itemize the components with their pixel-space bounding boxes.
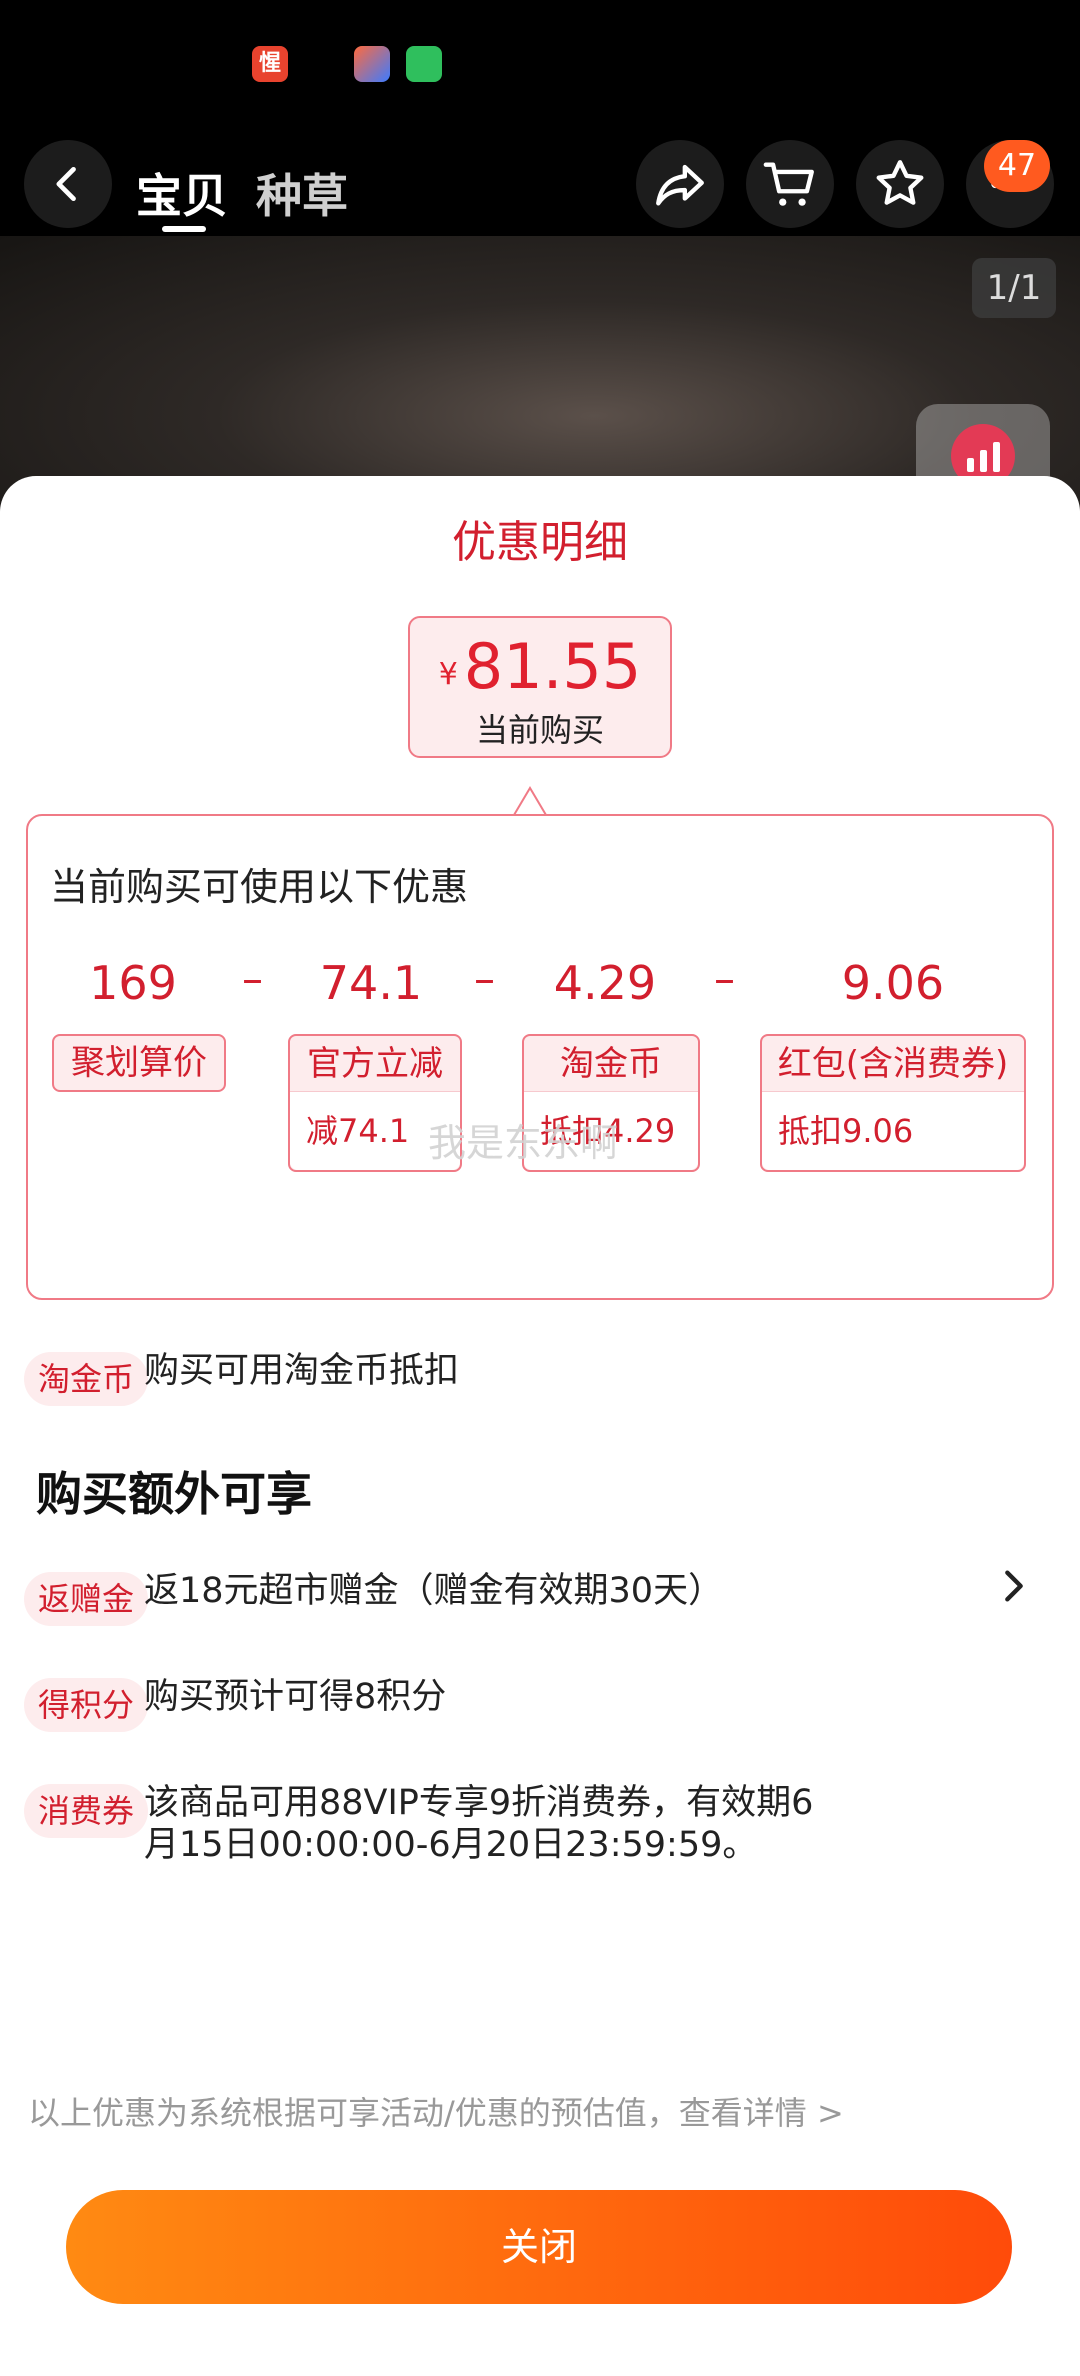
- tag-head: 淘金币: [524, 1036, 698, 1092]
- active-tab-indicator: [162, 226, 206, 232]
- taojinbi-pill: 淘金币: [24, 1352, 149, 1406]
- coupon-desc-line1: 该商品可用88VIP专享9折消费券，有效期6: [144, 1783, 814, 1823]
- image-pager: 1/1: [972, 258, 1056, 318]
- points-row: 得积分: [24, 1678, 149, 1732]
- points-pill: 得积分: [24, 1678, 149, 1732]
- taojinbi-value: 4.29: [553, 956, 657, 1010]
- discount-breakdown-panel: 当前购买可使用以下优惠 169 – 74.1 – 4.29 – 9.06 聚划算…: [26, 814, 1054, 1300]
- tag-head: 官方立减: [290, 1036, 460, 1092]
- juhuasuan-tag: 聚划算价: [52, 1034, 226, 1092]
- minus-sign: –: [242, 954, 263, 1003]
- panel-title: 当前购买可使用以下优惠: [50, 865, 469, 909]
- notification-message-icon: [406, 46, 442, 82]
- taojinbi-row: 淘金币: [24, 1352, 149, 1406]
- notification-app-icon: 惺: [252, 46, 288, 82]
- discount-detail-sheet: 优惠明细 ¥81.55 当前购买 当前购买可使用以下优惠 169 – 74.1 …: [0, 476, 1080, 2376]
- back-button[interactable]: [24, 140, 112, 228]
- extra-benefits-title: 购买额外可享: [36, 1467, 312, 1521]
- tag-head: 红包(含消费券): [762, 1036, 1024, 1092]
- minus-sign: –: [474, 954, 495, 1003]
- minus-sign: –: [714, 954, 735, 1003]
- base-price-value: 169: [89, 956, 177, 1010]
- star-icon: [876, 160, 924, 205]
- top-nav-bar: 宝贝 种草 47: [0, 130, 1080, 236]
- taojinbi-desc: 购买可用淘金币抵扣: [144, 1351, 460, 1391]
- tag-head: 聚划算价: [71, 1043, 207, 1083]
- points-desc: 购买预计可得8积分: [144, 1677, 447, 1717]
- redpacket-value: 9.06: [841, 956, 945, 1010]
- notification-app-icon-2: [354, 46, 390, 82]
- share-button[interactable]: [636, 140, 724, 228]
- sheet-title: 优惠明细: [452, 517, 628, 568]
- cashback-row[interactable]: 返赠金: [24, 1572, 149, 1626]
- current-price-box: ¥81.55 当前购买: [408, 616, 672, 758]
- status-bar: 惺: [0, 0, 1080, 130]
- panel-pointer: [490, 786, 570, 816]
- close-button[interactable]: 关闭: [66, 2190, 1012, 2304]
- message-count-badge: 47: [984, 140, 1050, 192]
- favorite-button[interactable]: [856, 140, 944, 228]
- watermark-text: 我是东东啊: [428, 1121, 619, 1165]
- chevron-right-icon[interactable]: [994, 1566, 1034, 1606]
- coupon-desc-line2: 月15日00:00:00-6月20日23:59:59。: [144, 1825, 758, 1865]
- cart-button[interactable]: [746, 140, 834, 228]
- coupon-pill: 消费券: [24, 1784, 149, 1838]
- official-discount-value: 74.1: [319, 956, 423, 1010]
- redpacket-tag: 红包(含消费券) 抵扣9.06: [760, 1034, 1026, 1172]
- price-amount: 81.55: [463, 630, 642, 703]
- back-icon: [56, 166, 76, 202]
- currency-symbol: ¥: [438, 657, 458, 692]
- tab-baobei[interactable]: 宝贝: [136, 160, 228, 226]
- cashback-desc[interactable]: 返18元超市赠金（赠金有效期30天）: [144, 1570, 723, 1612]
- tab-zhongcao[interactable]: 种草: [256, 160, 348, 226]
- disclaimer-link[interactable]: 以上优惠为系统根据可享活动/优惠的预估值，查看详情 >: [28, 2088, 844, 2134]
- tag-body: 抵扣9.06: [762, 1092, 1024, 1170]
- coupon-row: 消费券: [24, 1784, 149, 1838]
- price-label: 当前购买: [475, 711, 604, 749]
- cashback-pill: 返赠金: [24, 1572, 149, 1626]
- cart-icon: [763, 162, 814, 206]
- current-price: ¥81.55: [410, 632, 670, 710]
- share-icon: [656, 164, 704, 206]
